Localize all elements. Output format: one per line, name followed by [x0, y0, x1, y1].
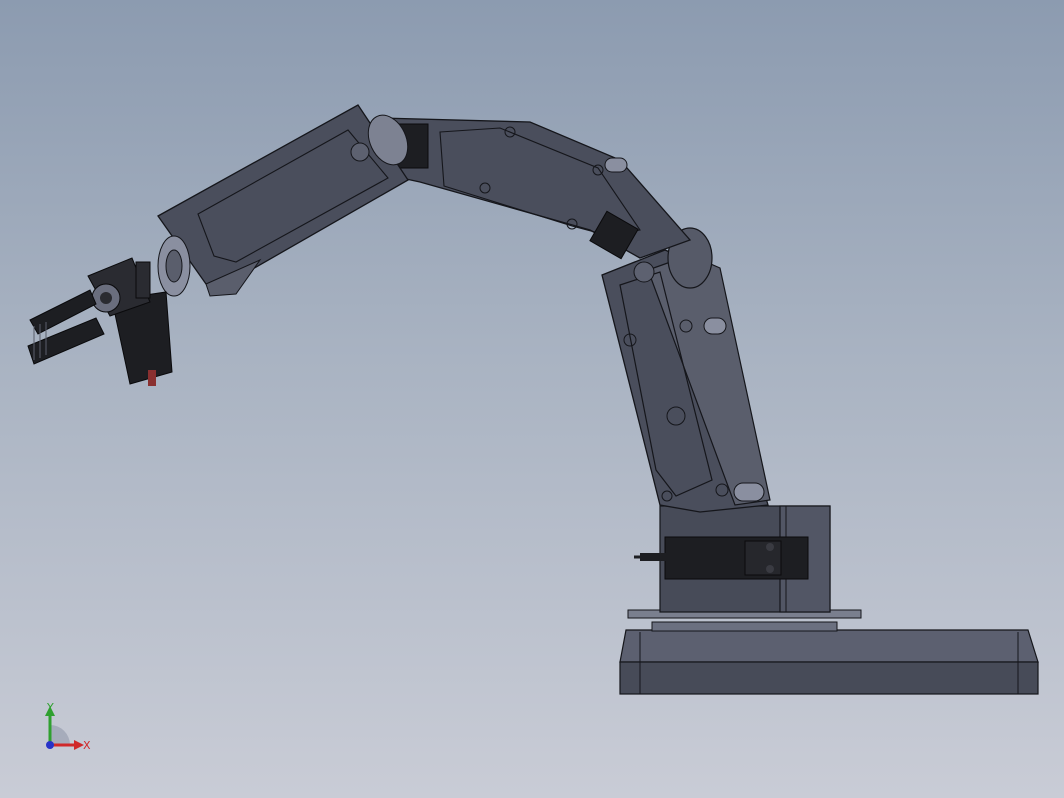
z-axis-dot — [46, 741, 54, 749]
coordinate-triad: Y X — [45, 701, 91, 752]
x-axis-label: X — [83, 739, 91, 752]
wrist-link[interactable] — [157, 104, 415, 297]
base-servo-housing[interactable] — [627, 505, 862, 619]
shoulder-link[interactable] — [601, 227, 771, 513]
y-axis-label: Y — [46, 701, 54, 714]
cad-viewport[interactable]: Y X — [0, 0, 1064, 798]
gripper[interactable] — [27, 257, 173, 386]
model-view[interactable]: Y X — [0, 0, 1064, 798]
base-plate[interactable] — [619, 621, 1039, 695]
elbow-link[interactable] — [379, 117, 692, 260]
